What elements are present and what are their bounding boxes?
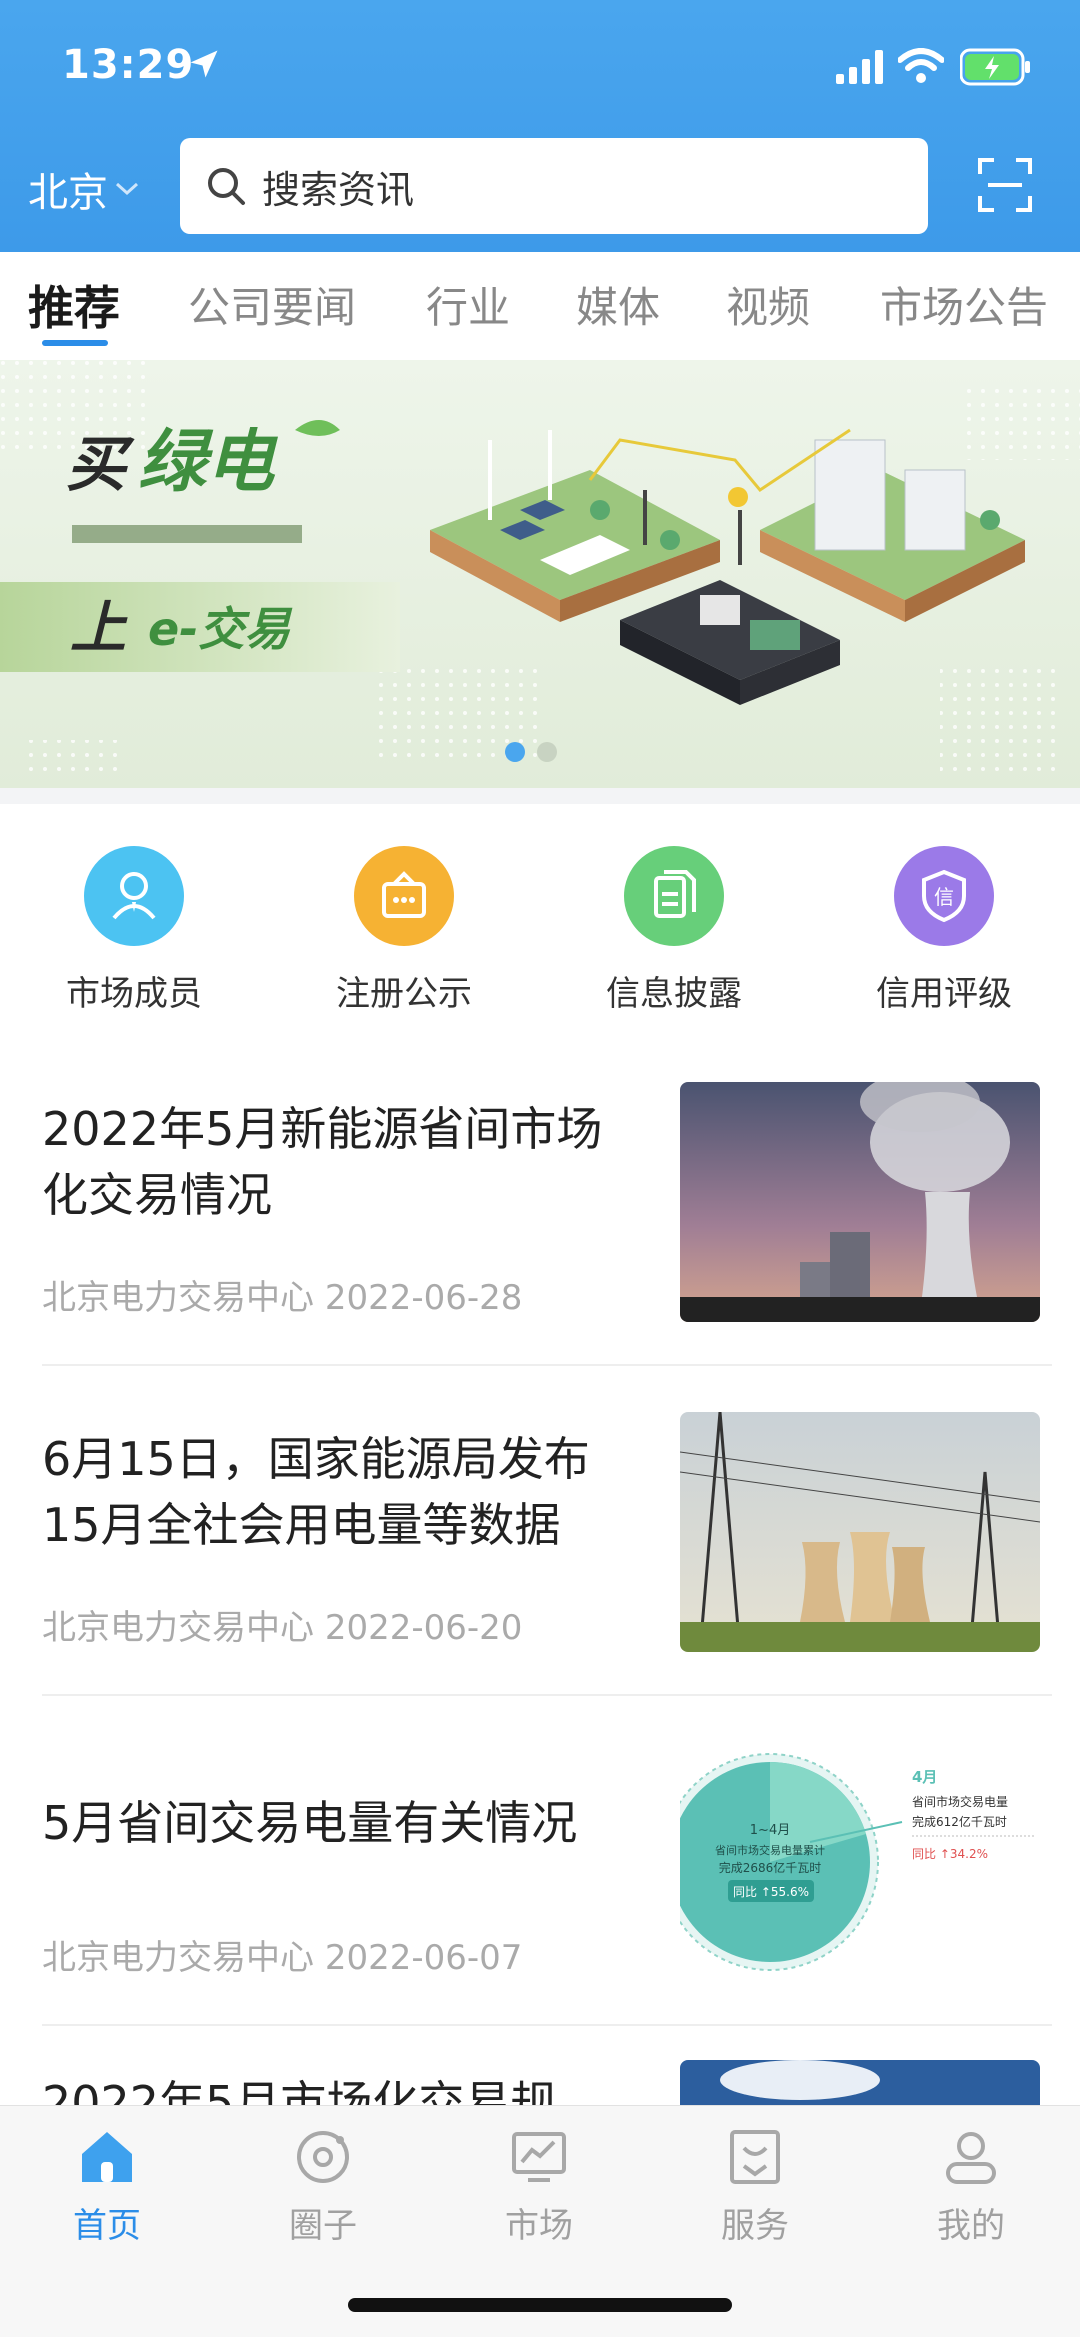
infographic-left-line2: 完成2686亿千瓦时 bbox=[719, 1860, 822, 1875]
active-tab-indicator bbox=[42, 340, 108, 346]
nav-profile[interactable]: 我的 bbox=[896, 2126, 1046, 2247]
tab-media[interactable]: 媒体 bbox=[576, 274, 660, 335]
search-placeholder: 搜索资讯 bbox=[262, 167, 415, 212]
infographic-left-yoy: 同比 ↑55.6% bbox=[733, 1885, 809, 1899]
news-divider bbox=[42, 1364, 1052, 1366]
news-title: 6月15日，国家能源局发布15月全社会用电量等数据 bbox=[42, 1432, 590, 1552]
category-tabs: 推荐 公司要闻 行业 媒体 视频 市场公告 bbox=[0, 252, 1080, 360]
nav-service[interactable]: 服务 bbox=[680, 2126, 830, 2247]
infographic-left-line1: 省间市场交易电量累计 bbox=[715, 1843, 825, 1857]
profile-icon bbox=[946, 2132, 996, 2184]
infographic-right-line2: 完成612亿千瓦时 bbox=[912, 1814, 1007, 1829]
infographic-right-month: 4月 bbox=[912, 1768, 937, 1786]
home-indicator bbox=[348, 2298, 732, 2312]
quick-action-registration[interactable]: 注册公示 bbox=[304, 846, 504, 1015]
app-screen: 13:29 北京 搜索资讯 推荐 公司要闻 行业 媒体 视频 市场公告 买 绿电… bbox=[0, 0, 1080, 2337]
section-separator bbox=[0, 788, 1080, 804]
quick-action-label: 注册公示 bbox=[336, 974, 472, 1014]
news-title: 5月省间交易电量有关情况 bbox=[42, 1796, 578, 1850]
news-meta: 北京电力交易中心 2022-06-28 bbox=[42, 1270, 522, 1319]
news-source: 北京电力交易中心 bbox=[42, 1278, 314, 1318]
nav-label: 服务 bbox=[721, 2206, 789, 2246]
tab-company-news[interactable]: 公司要闻 bbox=[188, 274, 356, 335]
city-label: 北京 bbox=[28, 170, 108, 216]
document-icon bbox=[624, 846, 724, 946]
member-icon bbox=[84, 846, 184, 946]
pagination-dot bbox=[537, 742, 557, 762]
news-meta: 北京电力交易中心 2022-06-07 bbox=[42, 1930, 522, 1979]
quick-action-label: 信息披露 bbox=[606, 974, 742, 1014]
quick-action-market-members[interactable]: 市场成员 bbox=[34, 846, 234, 1015]
news-source: 北京电力交易中心 bbox=[42, 1608, 314, 1648]
news-item[interactable]: 5月省间交易电量有关情况 北京电力交易中心 2022-06-07 1~4月 省间… bbox=[42, 1720, 1052, 2050]
banner-headline-2: 绿电 bbox=[138, 423, 278, 502]
pagination-dot-active bbox=[505, 742, 525, 762]
news-date: 2022-06-20 bbox=[324, 1608, 523, 1648]
wifi-icon bbox=[898, 48, 944, 83]
city-selector[interactable]: 北京 bbox=[28, 160, 140, 218]
search-input[interactable]: 搜索资讯 bbox=[180, 138, 928, 234]
news-date: 2022-06-28 bbox=[324, 1278, 523, 1318]
news-thumbnail bbox=[680, 1082, 1040, 1322]
register-icon bbox=[354, 846, 454, 946]
tab-market-notice[interactable]: 市场公告 bbox=[880, 274, 1048, 335]
nav-circle[interactable]: 圈子 bbox=[248, 2126, 398, 2247]
status-time: 13:29 bbox=[62, 42, 195, 88]
news-date: 2022-06-07 bbox=[324, 1938, 523, 1978]
news-title: 2022年5月新能源省间市场化交易情况 bbox=[42, 1102, 603, 1222]
chevron-down-icon bbox=[115, 182, 139, 196]
news-thumbnail-infographic: 1~4月 省间市场交易电量累计 完成2686亿千瓦时 同比 ↑55.6% 4月 … bbox=[680, 1742, 1040, 1982]
banner-pagination bbox=[505, 742, 557, 762]
battery-icon bbox=[960, 48, 1030, 86]
nav-home[interactable]: 首页 bbox=[32, 2126, 182, 2247]
promo-banner[interactable]: 买 绿电 上 e-交易 bbox=[0, 360, 1080, 788]
search-icon bbox=[208, 168, 245, 205]
nav-market[interactable]: 市场 bbox=[464, 2126, 614, 2247]
tab-industry[interactable]: 行业 bbox=[426, 274, 510, 335]
nav-label: 首页 bbox=[73, 2206, 141, 2246]
svg-text:上: 上 bbox=[70, 596, 128, 661]
news-thumbnail bbox=[680, 1412, 1040, 1652]
news-meta: 北京电力交易中心 2022-06-20 bbox=[42, 1600, 522, 1649]
nav-label: 圈子 bbox=[289, 2206, 357, 2246]
status-bar: 13:29 bbox=[0, 0, 1080, 130]
credit-shield-icon: 信 bbox=[894, 846, 994, 946]
news-source: 北京电力交易中心 bbox=[42, 1938, 314, 1978]
infographic-left-period: 1~4月 bbox=[750, 1823, 790, 1838]
signal-icon bbox=[836, 50, 883, 84]
quick-action-label: 市场成员 bbox=[66, 974, 202, 1014]
news-divider bbox=[42, 2024, 1052, 2026]
tab-video[interactable]: 视频 bbox=[726, 274, 810, 335]
svg-text:e-交易: e-交易 bbox=[148, 602, 293, 656]
quick-actions: 市场成员 注册公示 信息披露 信 信用评级 bbox=[0, 804, 1080, 1044]
service-icon bbox=[730, 2130, 780, 2184]
location-arrow-icon bbox=[190, 50, 218, 78]
news-item[interactable]: 6月15日，国家能源局发布15月全社会用电量等数据 北京电力交易中心 2022-… bbox=[42, 1390, 1052, 1720]
svg-text:信: 信 bbox=[934, 885, 954, 909]
header: 13:29 北京 搜索资讯 bbox=[0, 0, 1080, 252]
banner-headline-1: 买 bbox=[66, 430, 135, 500]
quick-action-credit-rating[interactable]: 信 信用评级 bbox=[844, 846, 1044, 1015]
infographic-right-line1: 省间市场交易电量 bbox=[912, 1794, 1008, 1809]
tab-recommend[interactable]: 推荐 bbox=[28, 272, 120, 338]
quick-action-disclosure[interactable]: 信息披露 bbox=[574, 846, 774, 1015]
infographic-right-yoy: 同比 ↑34.2% bbox=[912, 1847, 988, 1861]
home-icon bbox=[82, 2132, 132, 2182]
nav-label: 我的 bbox=[937, 2206, 1005, 2246]
market-chart-icon bbox=[512, 2132, 566, 2182]
banner-illustration: 买 绿电 上 e-交易 bbox=[0, 360, 1080, 780]
nav-label: 市场 bbox=[505, 2206, 573, 2246]
news-item[interactable]: 2022年5月新能源省间市场化交易情况 北京电力交易中心 2022-06-28 bbox=[42, 1060, 1052, 1390]
circle-icon bbox=[297, 2131, 349, 2183]
quick-action-label: 信用评级 bbox=[876, 974, 1012, 1014]
scan-icon[interactable] bbox=[978, 158, 1032, 212]
news-divider bbox=[42, 1694, 1052, 1696]
